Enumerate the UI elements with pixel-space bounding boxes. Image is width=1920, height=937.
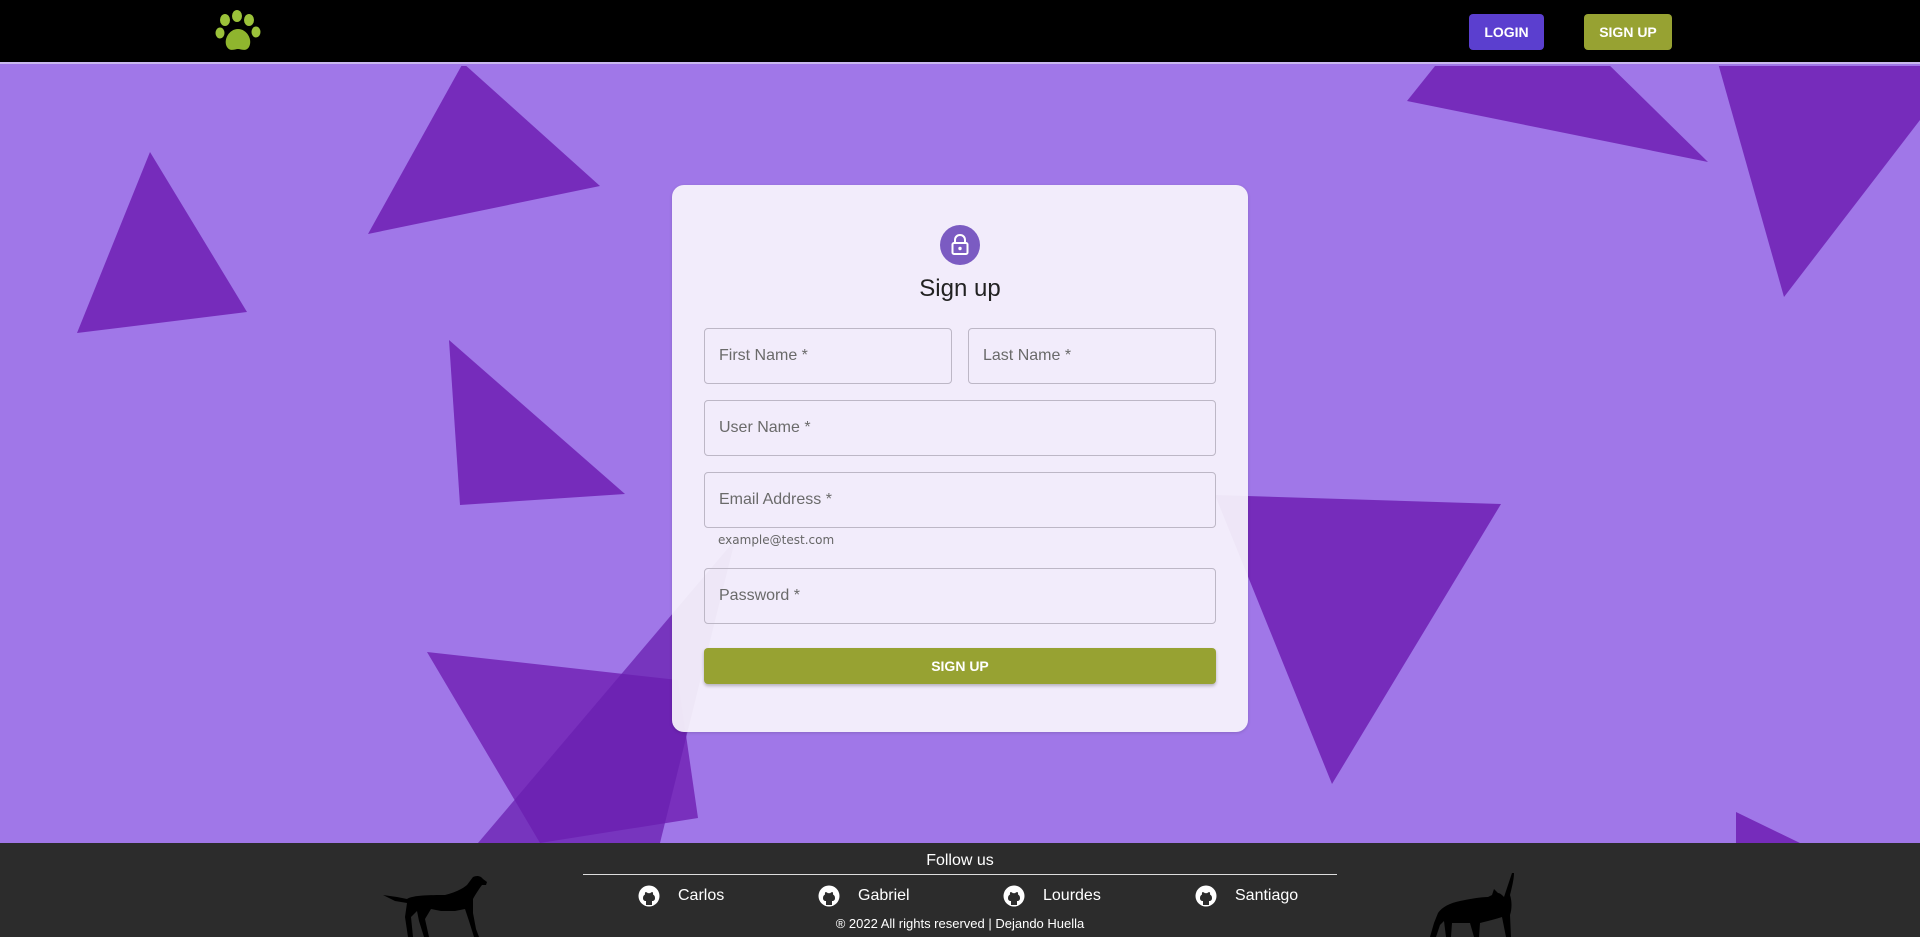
form-title: Sign up: [919, 275, 1001, 302]
password-label: Password *: [719, 587, 800, 604]
email-helper-text: example@test.com: [718, 533, 835, 547]
username-field[interactable]: User Name *: [704, 400, 1216, 456]
paw-icon[interactable]: [214, 10, 262, 54]
first-name-field[interactable]: First Name *: [704, 328, 952, 384]
member-link-santiago[interactable]: Santiago: [1195, 884, 1298, 908]
email-field[interactable]: Email Address *: [704, 472, 1216, 528]
follow-us-heading: Follow us: [926, 852, 994, 869]
member-name: Carlos: [678, 887, 725, 904]
github-icon: [1003, 885, 1025, 907]
username-label: User Name *: [719, 419, 811, 436]
signup-nav-button[interactable]: SIGN UP: [1584, 14, 1672, 50]
footer-divider: [583, 874, 1337, 875]
footer: Follow us Carlos Gabriel Lourdes Santiag…: [0, 843, 1920, 937]
copyright-text: ® 2022 All rights reserved | Dejando Hue…: [835, 916, 1085, 931]
last-name-label: Last Name *: [983, 347, 1072, 364]
member-name: Santiago: [1235, 887, 1299, 904]
top-navbar: LOGIN SIGN UP: [0, 0, 1920, 64]
lock-avatar: [940, 225, 980, 265]
member-name: Lourdes: [1043, 887, 1101, 904]
github-icon: [638, 885, 660, 907]
email-label: Email Address *: [719, 491, 832, 508]
first-name-label: First Name *: [719, 347, 808, 364]
dog-silhouette-icon: [383, 875, 487, 937]
member-name: Gabriel: [858, 887, 910, 904]
github-icon: [818, 885, 840, 907]
member-link-gabriel[interactable]: Gabriel: [818, 884, 910, 908]
member-link-lourdes[interactable]: Lourdes: [1003, 884, 1101, 908]
cat-silhouette-icon: [1430, 873, 1514, 937]
github-icon: [1195, 885, 1217, 907]
signup-submit-button[interactable]: SIGN UP: [704, 648, 1216, 684]
last-name-field[interactable]: Last Name *: [968, 328, 1216, 384]
signup-card: Sign up First Name * Last Name * User Na…: [672, 185, 1248, 732]
lock-icon: [951, 234, 969, 255]
password-field[interactable]: Password *: [704, 568, 1216, 624]
member-link-carlos[interactable]: Carlos: [638, 884, 724, 908]
login-button[interactable]: LOGIN: [1469, 14, 1544, 50]
